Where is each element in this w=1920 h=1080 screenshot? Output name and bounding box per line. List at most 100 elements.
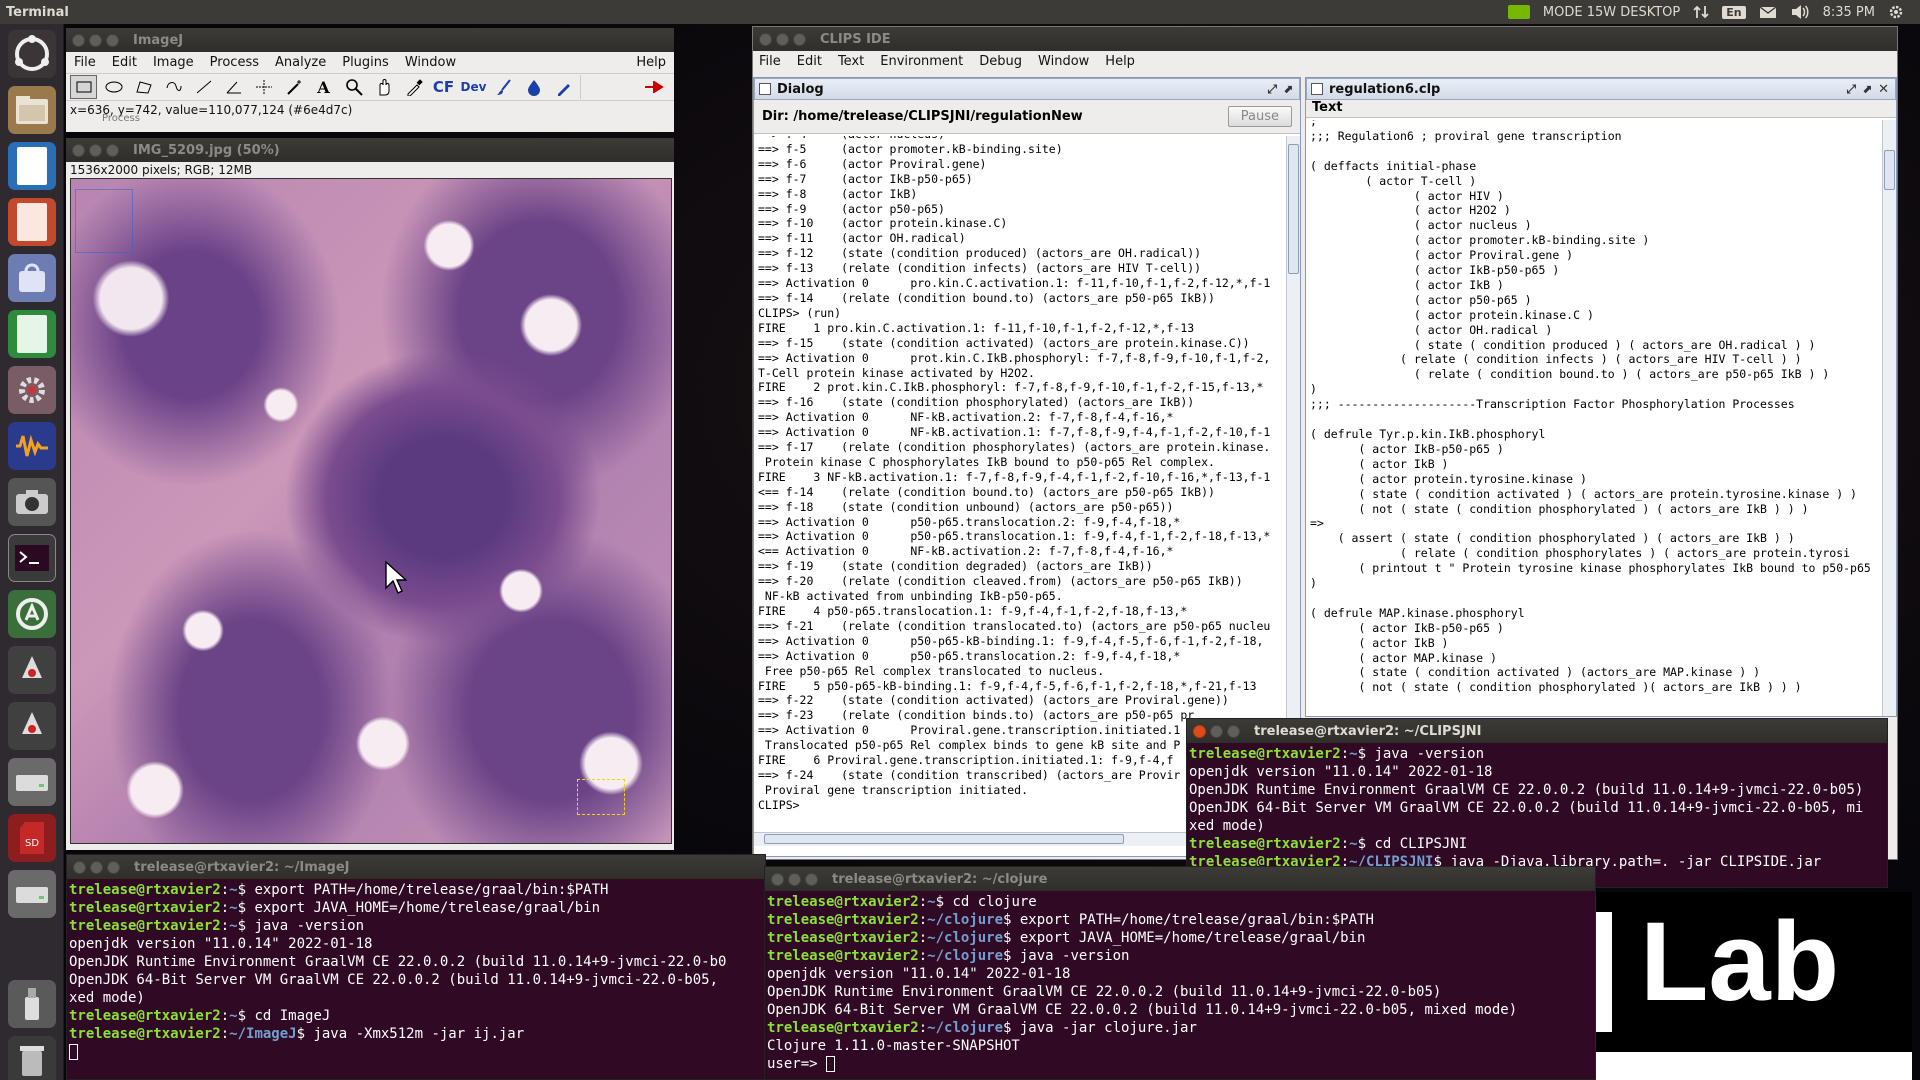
terminal-clojure-output[interactable]: trelease@rtxavier2:~$ cd clojure trelease… <box>765 891 1595 1079</box>
maximize-icon[interactable] <box>106 143 119 157</box>
hscroll-thumb[interactable] <box>764 834 1124 844</box>
editor-text-area[interactable]: ;;;; Regulation6 ; proviral gene transcr… <box>1306 120 1882 716</box>
close-panel-icon[interactable]: ✕ <box>1878 82 1889 97</box>
editor-text-tab[interactable]: Text <box>1306 100 1896 118</box>
java-app-2-icon[interactable] <box>8 702 56 750</box>
trash-icon[interactable] <box>8 1036 56 1080</box>
maximize-panel-icon[interactable]: ⬈ <box>1862 82 1872 96</box>
clock[interactable]: 8:35 PM <box>1823 5 1875 20</box>
menu-edit[interactable]: Edit <box>797 54 822 69</box>
keyboard-layout-indicator[interactable]: En <box>1722 5 1746 19</box>
power-gear-icon[interactable] <box>1888 4 1904 20</box>
menu-edit[interactable]: Edit <box>112 55 137 70</box>
close-icon[interactable] <box>1193 724 1206 738</box>
cf-tool-button[interactable]: CF <box>430 75 457 99</box>
oval-tool-icon[interactable] <box>100 75 127 99</box>
terminal-imagej-titlebar[interactable]: trelease@rtxavier2: ~/ImageJ <box>67 855 765 879</box>
empty-tool-slot[interactable] <box>580 75 607 99</box>
drive-icon[interactable] <box>8 758 56 806</box>
point-tool-icon[interactable] <box>250 75 277 99</box>
close-icon[interactable] <box>771 872 784 886</box>
maximize-icon[interactable] <box>793 32 806 46</box>
software-center-icon[interactable] <box>8 254 56 302</box>
minimize-icon[interactable] <box>776 32 789 46</box>
roi-selection[interactable] <box>577 779 625 815</box>
text-tool-icon[interactable]: A <box>310 75 337 99</box>
menu-debug[interactable]: Debug <box>979 54 1022 69</box>
close-icon[interactable] <box>759 32 772 46</box>
power-mode-indicator[interactable]: MODE 15W DESKTOP <box>1543 5 1680 20</box>
dev-tool-button[interactable]: Dev <box>460 75 487 99</box>
clips-titlebar[interactable]: CLIPS IDE <box>753 27 1897 51</box>
maximize-icon[interactable] <box>107 860 120 874</box>
terminal-imagej-output[interactable]: trelease@rtxavier2:~$ export PATH=/home/… <box>67 879 765 1079</box>
navigator-box[interactable] <box>75 189 133 253</box>
menu-window[interactable]: Window <box>405 55 456 70</box>
java-app-icon[interactable] <box>8 646 56 694</box>
brush-tool-icon[interactable] <box>490 75 517 99</box>
maximize-icon[interactable] <box>1227 724 1240 738</box>
nvidia-icon[interactable] <box>1507 5 1530 19</box>
libreoffice-calc-icon[interactable] <box>8 310 56 358</box>
audacity-icon[interactable] <box>8 422 56 470</box>
restore-icon[interactable]: ⤢ <box>1846 82 1856 97</box>
flood-fill-tool-icon[interactable] <box>520 75 547 99</box>
system-settings-icon[interactable] <box>8 366 56 414</box>
minimize-icon[interactable] <box>89 33 102 47</box>
drive-2-icon[interactable] <box>8 870 56 918</box>
scroll-thumb[interactable] <box>1288 144 1299 274</box>
libreoffice-writer-icon[interactable] <box>8 142 56 190</box>
maximize-icon[interactable] <box>805 872 818 886</box>
minimize-icon[interactable] <box>90 860 103 874</box>
editor-vscrollbar[interactable] <box>1882 120 1896 716</box>
menu-environment[interactable]: Environment <box>880 54 963 69</box>
menu-help[interactable]: Help <box>636 55 666 70</box>
volume-icon[interactable] <box>1790 4 1810 20</box>
sd-card-icon[interactable]: SD <box>8 814 56 862</box>
dropper-tool-icon[interactable] <box>400 75 427 99</box>
restore-icon[interactable]: ⤢ <box>1267 82 1277 97</box>
imagej-titlebar[interactable]: ImageJ <box>66 28 674 52</box>
more-tools-arrow-icon[interactable] <box>640 75 667 99</box>
angle-tool-icon[interactable] <box>220 75 247 99</box>
terminal-icon[interactable] <box>8 534 56 582</box>
menu-window[interactable]: Window <box>1038 54 1089 69</box>
terminal-clipsjni-titlebar[interactable]: trelease@rtxavier2: ~/CLIPSJNI <box>1187 719 1887 743</box>
freehand-tool-icon[interactable] <box>160 75 187 99</box>
menu-text[interactable]: Text <box>838 54 864 69</box>
mail-icon[interactable] <box>1759 5 1777 19</box>
minimize-icon[interactable] <box>788 872 801 886</box>
files-icon[interactable] <box>8 86 56 134</box>
close-icon[interactable] <box>72 33 85 47</box>
screenshot-icon[interactable] <box>8 478 56 526</box>
pencil-tool-icon[interactable] <box>550 75 577 99</box>
empty-tool-slot[interactable] <box>610 75 637 99</box>
menu-help[interactable]: Help <box>1105 54 1135 69</box>
menu-file[interactable]: File <box>759 54 781 69</box>
image-window-titlebar[interactable]: IMG_5209.jpg (50%) <box>66 138 674 162</box>
maximize-icon[interactable] <box>106 33 119 47</box>
usb-drive-icon[interactable] <box>8 980 56 1028</box>
pause-button[interactable]: Pause <box>1227 106 1292 127</box>
menu-file[interactable]: File <box>74 55 96 70</box>
wand-tool-icon[interactable] <box>280 75 307 99</box>
menu-analyze[interactable]: Analyze <box>275 55 326 70</box>
menu-process[interactable]: Process <box>210 55 259 70</box>
scroll-thumb[interactable] <box>1884 150 1895 190</box>
hand-tool-icon[interactable] <box>370 75 397 99</box>
line-tool-icon[interactable] <box>190 75 217 99</box>
close-icon[interactable] <box>73 860 86 874</box>
libreoffice-impress-icon[interactable] <box>8 198 56 246</box>
menu-plugins[interactable]: Plugins <box>342 55 389 70</box>
software-updater-icon[interactable] <box>8 590 56 638</box>
magnifier-tool-icon[interactable] <box>340 75 367 99</box>
network-updown-icon[interactable] <box>1693 4 1709 20</box>
ubuntu-dash-icon[interactable] <box>8 30 56 78</box>
maximize-panel-icon[interactable]: ⬈ <box>1283 82 1293 96</box>
menu-image[interactable]: Image <box>153 55 194 70</box>
terminal-clojure-titlebar[interactable]: trelease@rtxavier2: ~/clojure <box>765 867 1595 891</box>
histology-image[interactable] <box>70 178 672 844</box>
minimize-icon[interactable] <box>89 143 102 157</box>
minimize-icon[interactable] <box>1210 724 1223 738</box>
polygon-tool-icon[interactable] <box>130 75 157 99</box>
